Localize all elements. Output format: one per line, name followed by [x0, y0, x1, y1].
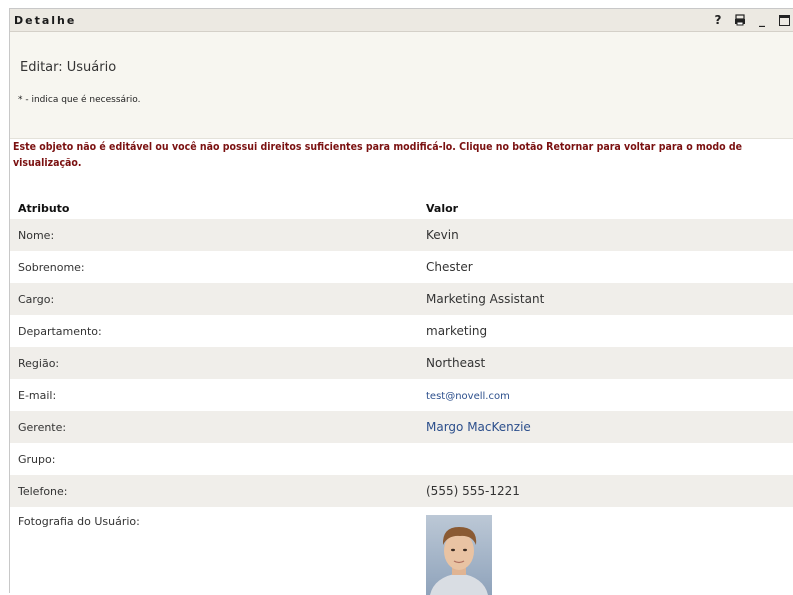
- attribute-value: marketing: [426, 324, 488, 338]
- attribute-label: Região:: [10, 347, 418, 379]
- detail-portlet: Detalhe ? _ Editar: Usuário * - indica q…: [9, 8, 793, 595]
- form-header: Editar: Usuário * - indica que é necessá…: [10, 32, 793, 139]
- attribute-table: Atributo Valor Nome: Kevin Sobrenome: Ch…: [10, 197, 793, 595]
- page-title: Editar: Usuário: [20, 60, 117, 75]
- portlet-titlebar: Detalhe ? _: [10, 9, 793, 32]
- attribute-label: Cargo:: [10, 283, 418, 315]
- attribute-value: [418, 443, 793, 475]
- attribute-label: Telefone:: [10, 475, 418, 507]
- print-icon[interactable]: [734, 14, 746, 26]
- attribute-value: Margo MacKenzie: [418, 411, 793, 443]
- table-row: Sobrenome: Chester: [10, 251, 793, 283]
- attribute-value: [418, 507, 793, 595]
- not-editable-warning: Este objeto não é editável ou você não p…: [13, 141, 743, 169]
- attribute-label: Sobrenome:: [18, 260, 85, 274]
- portlet-title: Detalhe: [14, 13, 77, 27]
- attribute-label: Gerente:: [10, 411, 418, 443]
- titlebar-controls: ? _: [712, 13, 793, 27]
- minimize-icon[interactable]: _: [756, 13, 768, 27]
- attribute-value: Northeast: [418, 347, 793, 379]
- attribute-value: Kevin: [418, 219, 793, 251]
- attribute-value: test@novell.com: [418, 379, 793, 411]
- table-row: Telefone: (555) 555-1221: [10, 475, 793, 507]
- user-photo: [426, 515, 492, 595]
- required-note: * - indica que é necessário.: [18, 95, 141, 105]
- maximize-icon[interactable]: [778, 14, 790, 26]
- attribute-value: (555) 555-1221: [418, 475, 793, 507]
- table-row: Departamento: marketing: [10, 315, 793, 347]
- attribute-label: Departamento:: [18, 324, 102, 338]
- table-row: Região: Northeast: [10, 347, 793, 379]
- attribute-label: Fotografia do Usuário:: [18, 515, 140, 528]
- table-row: Gerente: Margo MacKenzie: [10, 411, 793, 443]
- value-header: Valor: [426, 201, 459, 215]
- table-row: Grupo:: [10, 443, 793, 475]
- attribute-label: Grupo:: [18, 452, 56, 466]
- table-header-row: Atributo Valor: [10, 197, 793, 219]
- attribute-label: E-mail:: [18, 388, 57, 402]
- table-row: Fotografia do Usuário:: [10, 507, 793, 595]
- table-row: Nome: Kevin: [10, 219, 793, 251]
- attribute-value: Chester: [426, 260, 473, 274]
- table-row: E-mail: test@novell.com: [10, 379, 793, 411]
- attribute-label: Nome:: [10, 219, 418, 251]
- help-icon[interactable]: ?: [712, 13, 724, 27]
- manager-link[interactable]: Margo MacKenzie: [426, 420, 531, 434]
- attribute-value: Marketing Assistant: [418, 283, 793, 315]
- table-row: Cargo: Marketing Assistant: [10, 283, 793, 315]
- attribute-header: Atributo: [18, 201, 70, 215]
- email-link[interactable]: test@novell.com: [426, 391, 510, 402]
